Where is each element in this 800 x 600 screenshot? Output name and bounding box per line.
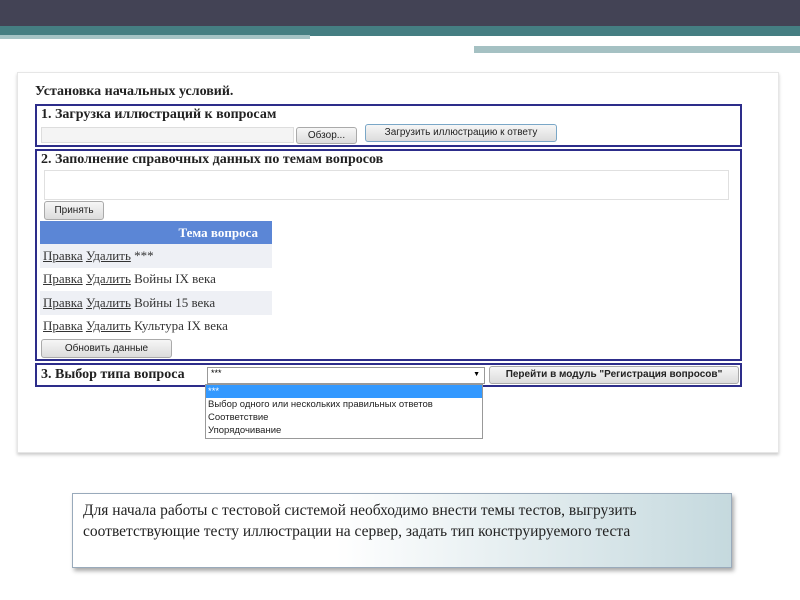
section-heading: 1. Загрузка иллюстраций к вопросам xyxy=(41,107,277,122)
section-topics: 2. Заполнение справочных данных по темам… xyxy=(35,149,742,361)
slide-header-bar xyxy=(0,0,800,26)
dropdown-option[interactable]: Соответствие xyxy=(206,411,482,424)
refresh-data-button[interactable]: Обновить данные xyxy=(41,339,172,358)
table-row: Правка Удалить Культура IX века xyxy=(40,315,272,339)
delete-link[interactable]: Удалить xyxy=(86,318,131,333)
question-type-dropdown: *** Выбор одного или нескольких правильн… xyxy=(205,384,483,439)
edit-link[interactable]: Правка xyxy=(43,318,83,333)
edit-link[interactable]: Правка xyxy=(43,295,83,310)
topics-table: Тема вопроса Правка Удалить *** Правка У… xyxy=(40,221,272,338)
accept-button[interactable]: Принять xyxy=(44,201,104,220)
topic-input[interactable] xyxy=(44,170,729,200)
chevron-down-icon: ▼ xyxy=(473,371,480,378)
upload-illustration-button[interactable]: Загрузить иллюстрацию к ответу xyxy=(365,124,557,142)
table-row: Правка Удалить Войны 15 века xyxy=(40,291,272,315)
edit-link[interactable]: Правка xyxy=(43,271,83,286)
delete-link[interactable]: Удалить xyxy=(86,248,131,263)
browse-button[interactable]: Обзор... xyxy=(296,127,357,144)
slide-accent-strip xyxy=(0,35,310,39)
question-type-select[interactable]: *** ▼ xyxy=(207,367,485,384)
dropdown-option[interactable]: Выбор одного или нескольких правильных о… xyxy=(206,398,482,411)
delete-link[interactable]: Удалить xyxy=(86,271,131,286)
column-header-topic: Тема вопроса xyxy=(40,221,272,244)
edit-link[interactable]: Правка xyxy=(43,248,83,263)
section-heading: 3. Выбор типа вопроса xyxy=(41,367,185,382)
go-to-registration-button[interactable]: Перейти в модуль "Регистрация вопросов" xyxy=(489,366,739,384)
topic-cell: Войны IX века xyxy=(134,271,216,287)
file-path-input[interactable] xyxy=(41,127,294,143)
dropdown-option[interactable]: Упорядочивание xyxy=(206,424,482,437)
section-upload: 1. Загрузка иллюстраций к вопросам Обзор… xyxy=(35,104,742,147)
topic-cell: *** xyxy=(134,247,154,263)
slide-accent-strip-right xyxy=(474,46,800,53)
topic-cell: Войны 15 века xyxy=(134,294,216,310)
topic-cell: Культура IX века xyxy=(134,318,228,334)
page-title: Установка начальных условий. xyxy=(35,84,234,99)
dropdown-option[interactable]: *** xyxy=(206,385,482,398)
section-heading: 2. Заполнение справочных данных по темам… xyxy=(41,152,384,167)
delete-link[interactable]: Удалить xyxy=(86,295,131,310)
table-row: Правка Удалить Войны IX века xyxy=(40,268,272,292)
selected-value: *** xyxy=(211,368,222,378)
caption-box: Для начала работы с тестовой системой не… xyxy=(72,493,732,568)
table-row: Правка Удалить *** xyxy=(40,244,272,268)
